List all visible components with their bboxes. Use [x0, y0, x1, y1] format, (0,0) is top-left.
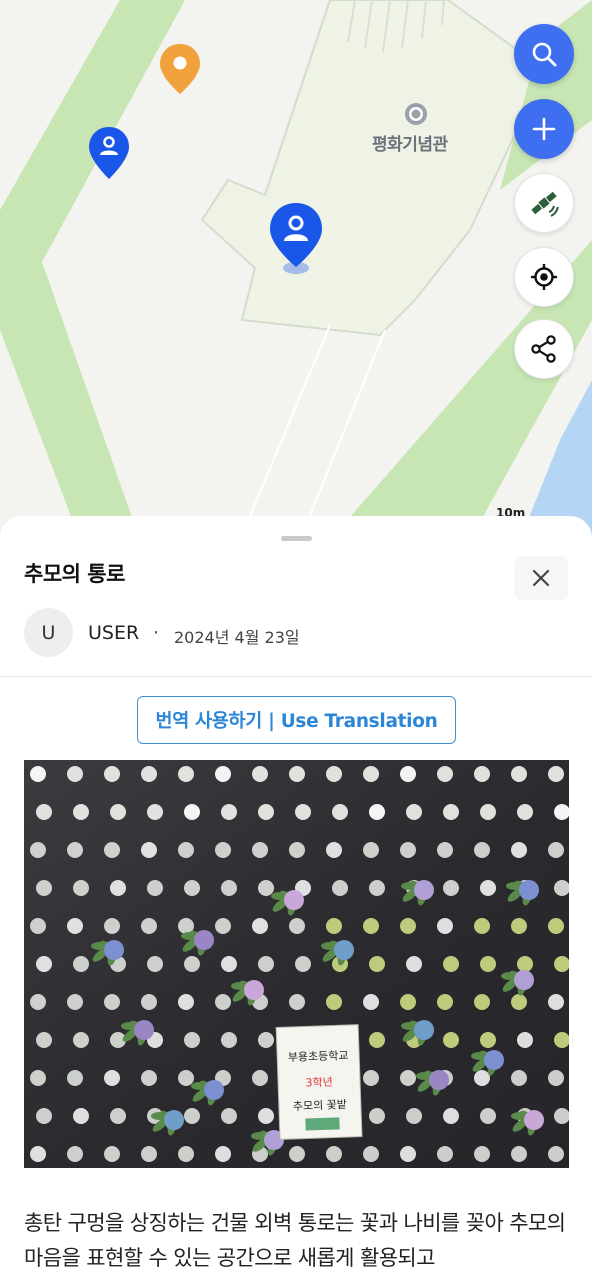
selected-location-pin-icon[interactable] — [268, 201, 324, 283]
post-body: 총탄 구멍을 상징하는 건물 외벽 통로는 꽃과 나비를 꽂아 추모의 마음을 … — [24, 1211, 566, 1270]
search-icon — [532, 42, 557, 67]
share-icon — [531, 335, 556, 363]
map-view[interactable]: 평화기념관 10m — [0, 0, 592, 540]
close-button[interactable] — [514, 556, 568, 600]
post-photo[interactable]: 부용초등학교 3학년 추모의 꽃밭 — [24, 760, 569, 1168]
photo-image: 부용초등학교 3학년 추모의 꽃밭 — [24, 760, 569, 1168]
post-title: 추모의 통로 — [24, 562, 125, 586]
plus-icon — [532, 117, 556, 141]
post-detail-sheet: 추모의 통로 U USER · 2024년 4월 23일 번역 사용하기 | U… — [0, 516, 592, 1284]
photo-sign-line-2: 3학년 — [305, 1076, 333, 1090]
my-location-button[interactable] — [514, 247, 574, 307]
photo-sign: 부용초등학교 3학년 추모의 꽃밭 — [275, 1024, 363, 1140]
divider — [0, 676, 592, 677]
translate-button[interactable]: 번역 사용하기 | Use Translation — [137, 696, 456, 744]
orange-location-pin-icon[interactable] — [158, 42, 202, 100]
location-target-icon — [531, 264, 557, 290]
photo-sign-line-3: 추모의 꽃밭 — [293, 1098, 348, 1113]
search-button[interactable] — [514, 24, 574, 84]
avatar[interactable]: U — [24, 608, 73, 657]
user-location-pin-icon[interactable] — [87, 125, 131, 185]
sheet-drag-handle[interactable] — [281, 536, 312, 541]
post-date: 2024년 4월 23일 — [174, 628, 300, 647]
landmark-marker-icon[interactable] — [404, 102, 428, 126]
satellite-button[interactable] — [514, 173, 574, 233]
author-name[interactable]: USER — [88, 622, 139, 644]
share-button[interactable] — [514, 319, 574, 379]
photo-sign-line-1: 부용초등학교 — [288, 1049, 349, 1064]
add-button[interactable] — [514, 99, 574, 159]
satellite-icon — [531, 191, 559, 217]
place-label: 평화기념관 — [372, 135, 448, 155]
close-icon — [532, 569, 550, 587]
meta-separator: · — [153, 622, 160, 644]
